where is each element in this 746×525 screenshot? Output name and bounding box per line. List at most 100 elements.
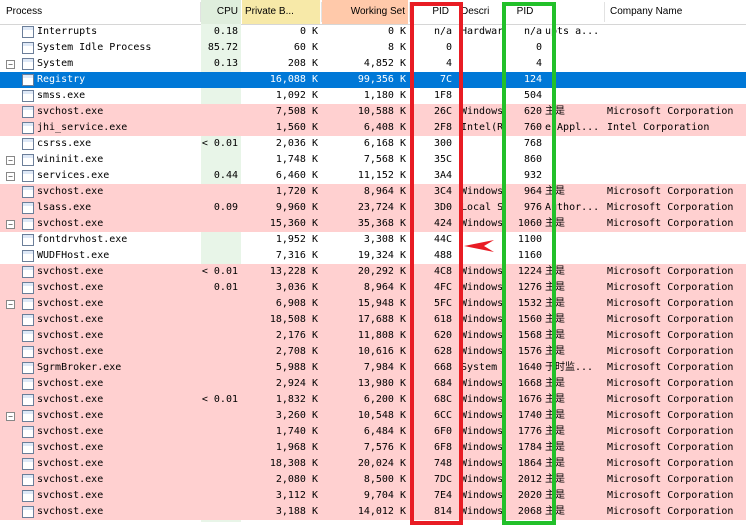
cell-process-name: Registry [37,74,86,85]
cell-private-bytes: 7,316 K [275,250,318,261]
column-header-company-name[interactable]: Company Name [610,0,740,24]
table-row[interactable]: − System 0.13 208 K 4,852 K44 [0,56,746,72]
tree-collapse-toggle[interactable]: − [6,300,15,309]
table-row[interactable]: − svchost.exe 3,260 K 10,548 K 6CC Windows 174… [0,408,746,424]
cell-process-name: jhi_service.exe [37,122,128,133]
cell-private-bytes: 7,508 K [275,106,318,117]
process-icon [22,378,34,390]
cell-private-bytes: 13,228 K [269,266,318,277]
cell-description: Windows [461,218,503,229]
table-row[interactable]: Interrupts 0.18 0 K0 Kn/a Hardwar n/a upts a.… [0,24,746,40]
table-row[interactable]: − wininit.exe 1,748 K 7,568 K 35C 860 [0,152,746,168]
cell-working-set: 10,588 K [357,106,406,117]
cell-company-name [607,72,745,88]
process-icon [22,474,34,486]
cell-private-bytes: 6,908 K [275,298,318,309]
column-header-description[interactable]: Descri [461,0,501,24]
table-row[interactable]: svchost.exe 1,968 K 7,576 K 6F8 Windows 1784 主… [0,440,746,456]
table-row[interactable]: svchost.exe 7,508 K 10,588 K 26C Windows 620 主… [0,104,746,120]
process-icon [22,346,34,358]
table-row[interactable]: WUDFHost.exe 7,316 K 19,324 K 488 1160 [0,248,746,264]
cell-company-name: Microsoft Corporation [607,346,734,357]
column-header-working-set[interactable]: Working Set [322,0,408,24]
cell-description: Windows [461,314,503,325]
column-header-process[interactable]: Process [6,0,196,24]
cell-process-name: smss.exe [37,90,86,101]
table-row[interactable]: svchost.exe 3,188 K 14,012 K 814 Windows 2068… [0,504,746,520]
cell-process-name: svchost.exe [37,490,104,501]
process-list: Interrupts 0.18 0 K0 Kn/a Hardwar n/a upts a.… [0,24,746,522]
cell-process-name: svchost.exe [37,426,104,437]
cell-company-name [607,152,745,168]
process-icon [22,154,34,166]
cell-process-name: wininit.exe [37,154,104,165]
cell-working-set: 7,984 K [363,362,406,373]
cell-private-bytes: 2,080 K [275,474,318,485]
table-row[interactable]: svchost.exe 3,112 K 9,704 K 7E4 Windows 2020 主… [0,488,746,504]
cell-private-bytes: 1,740 K [275,426,318,437]
process-icon [22,42,34,54]
table-row[interactable]: svchost.exe < 0.01 1,832 K 6,200 K 68C Window… [0,392,746,408]
tree-collapse-toggle[interactable]: − [6,60,15,69]
cell-company-name: Microsoft Corporation [607,426,734,437]
table-row[interactable]: svchost.exe 0.01 3,036 K 8,964 K 4FC Windows 1… [0,280,746,296]
tree-collapse-toggle[interactable]: − [6,172,15,181]
table-row[interactable]: System Idle Process 85.72 60 K8 K00 [0,40,746,56]
cell-cpu [201,360,238,376]
cell-process-name: svchost.exe [37,410,104,421]
table-row[interactable]: jhi_service.exe 1,560 K 6,408 K 2F8 Intel(R 7… [0,120,746,136]
table-row[interactable]: SgrmBroker.exe 5,988 K 7,984 K 668 System 164… [0,360,746,376]
process-icon [22,362,34,374]
cell-process-name: fontdrvhost.exe [37,234,128,245]
table-row[interactable]: svchost.exe 18,308 K 20,024 K 748 Windows 186… [0,456,746,472]
cell-process-name: svchost.exe [37,186,104,197]
process-icon [22,250,34,262]
cell-company-name [607,136,745,152]
cell-process-name: svchost.exe [37,458,104,469]
tree-collapse-toggle[interactable]: − [6,156,15,165]
table-row[interactable]: csrss.exe < 0.01 2,036 K 6,168 K 300 768 [0,136,746,152]
column-divider[interactable] [604,2,605,22]
table-row[interactable]: svchost.exe < 0.01 13,228 K 20,292 K 4C8 Wind… [0,264,746,280]
cell-company-name [607,88,745,104]
table-row[interactable]: svchost.exe 18,508 K 17,688 K 618 Windows 156… [0,312,746,328]
cell-process-name: csrss.exe [37,138,92,149]
cell-company-name: Microsoft Corporation [607,458,734,469]
tree-collapse-toggle[interactable]: − [6,412,15,421]
table-row[interactable]: − svchost.exe 15,360 K 35,368 K 424 Windows 10… [0,216,746,232]
cell-private-bytes: 1,968 K [275,442,318,453]
table-row[interactable]: smss.exe 1,092 K 1,180 K 1F8 504 [0,88,746,104]
cell-process-name: svchost.exe [37,314,104,325]
table-row[interactable]: svchost.exe 2,708 K 10,616 K 628 Windows 1576… [0,344,746,360]
table-row[interactable]: fontdrvhost.exe 1,952 K 3,308 K 44C 1100 [0,232,746,248]
cell-description: Windows [461,394,503,405]
table-row[interactable]: svchost.exe 2,080 K 8,500 K 7DC Windows 2012 主… [0,472,746,488]
process-icon [22,58,34,70]
cell-company-name: Microsoft Corporation [607,410,734,421]
table-row[interactable]: svchost.exe 2,924 K 13,980 K 684 Windows 1668… [0,376,746,392]
cell-private-bytes: 3,036 K [275,282,318,293]
cell-working-set: 1,180 K [363,90,406,101]
cell-private-bytes: 6,460 K [275,170,318,181]
table-row[interactable]: svchost.exe 1,740 K 6,484 K 6F0 Windows 1776 主… [0,424,746,440]
column-header-cpu[interactable]: CPU [201,0,241,24]
table-row[interactable]: Registry 16,088 K 99,356 K 7C 124 [0,72,746,88]
cell-working-set: 6,200 K [363,394,406,405]
cell-description: Intel(R [461,122,503,133]
table-row[interactable]: lsass.exe 0.09 9,960 K 23,724 K 3D0 Local S 97… [0,200,746,216]
table-row[interactable]: svchost.exe 2,176 K 11,808 K 620 Windows 1568… [0,328,746,344]
cell-cpu: 0.18 [213,26,238,37]
table-row[interactable]: svchost.exe 1,720 K 8,964 K 3C4 Windows 964 主是… [0,184,746,200]
column-header-private-bytes[interactable]: Private B... [242,0,320,24]
cell-company-name: Microsoft Corporation [607,266,734,277]
table-row[interactable]: − services.exe 0.44 6,460 K 11,152 K 3A4 932 [0,168,746,184]
cell-cpu [201,504,238,520]
process-icon [22,490,34,502]
table-row[interactable]: − svchost.exe 6,908 K 15,948 K 5FC Windows 153… [0,296,746,312]
cell-process-name: svchost.exe [37,106,104,117]
cell-company-name [607,24,745,40]
cell-working-set: 0 K [387,26,406,37]
cell-process-name: svchost.exe [37,266,104,277]
cell-working-set: 7,568 K [363,154,406,165]
tree-collapse-toggle[interactable]: − [6,220,15,229]
